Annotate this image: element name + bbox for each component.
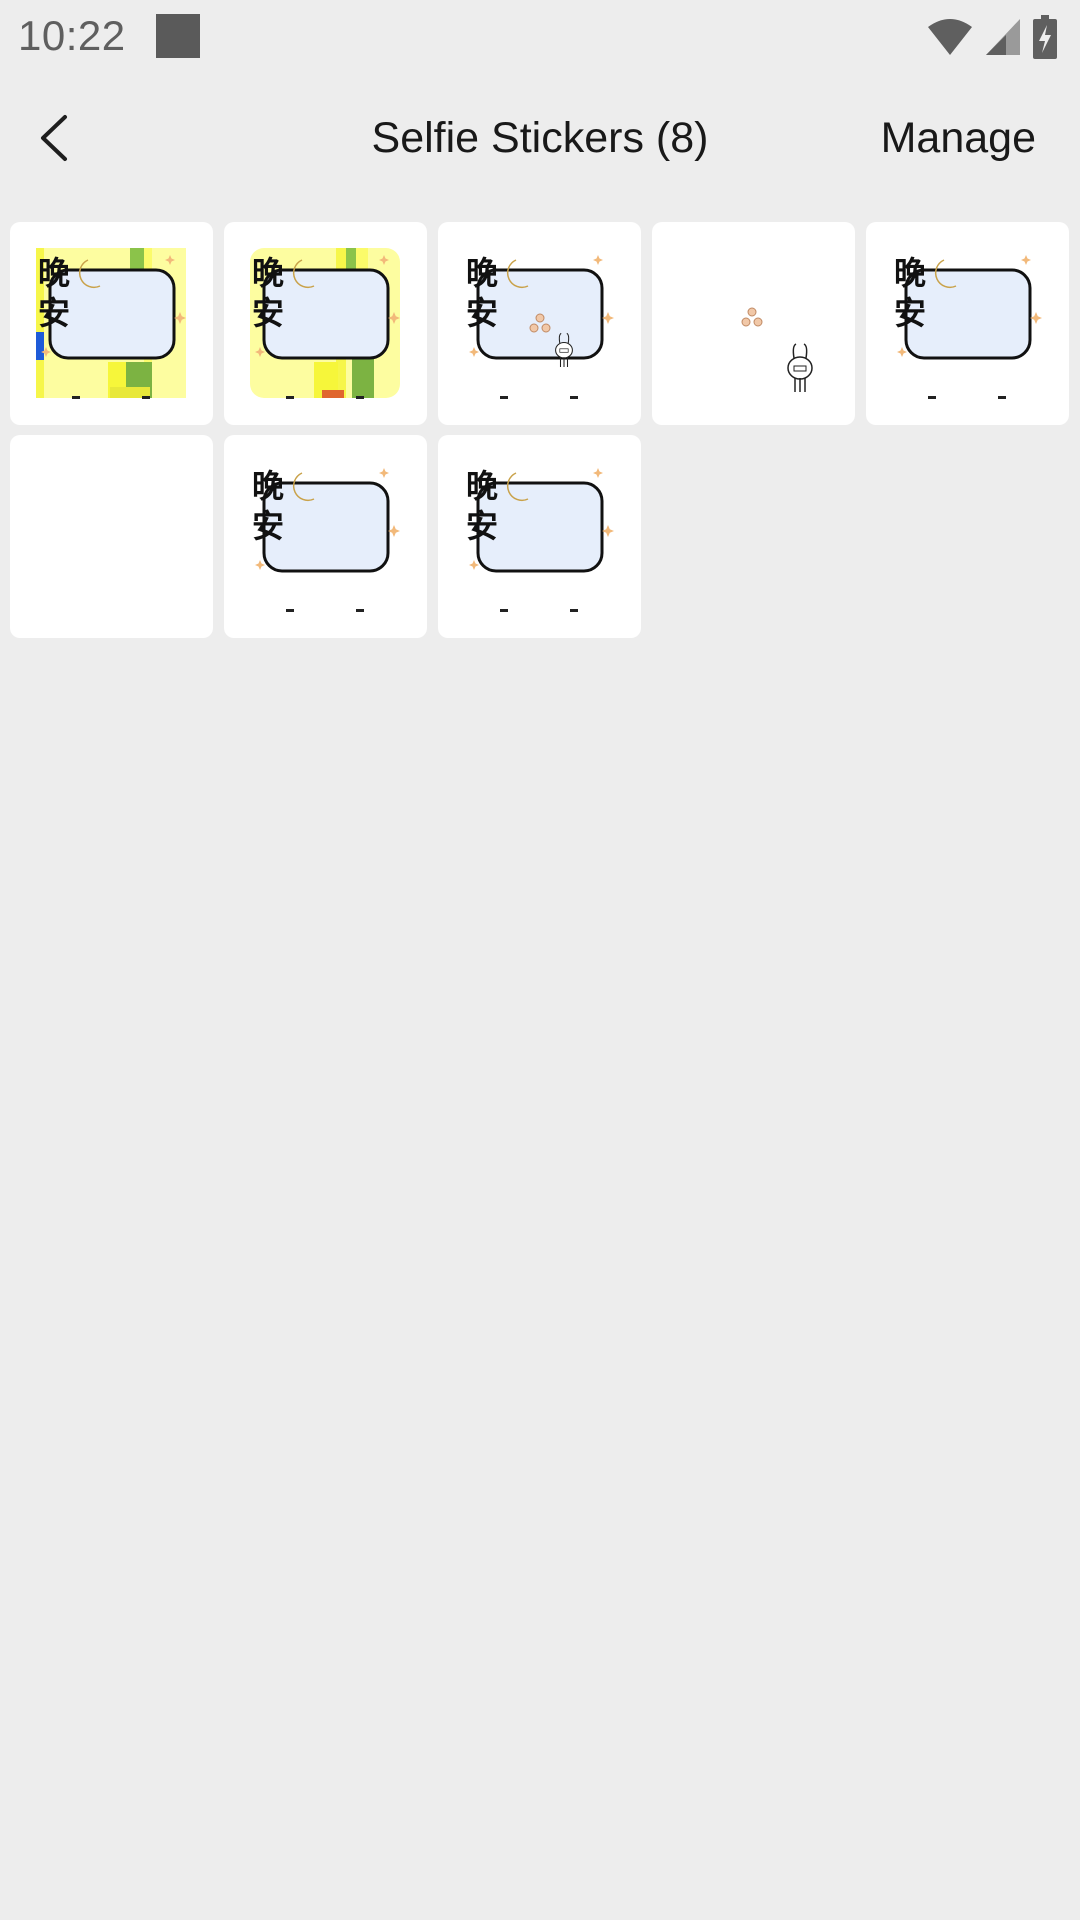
- sticker-item[interactable]: 晚安: [224, 435, 427, 638]
- status-time: 10:22: [18, 12, 126, 59]
- sticker-item[interactable]: 晚安: [224, 222, 427, 425]
- sticker-item[interactable]: [10, 435, 213, 638]
- status-icons: [926, 14, 1058, 60]
- sticker-image: [741, 307, 813, 392]
- sticker-item[interactable]: 晚安: [438, 222, 641, 425]
- wifi-icon: [928, 19, 972, 55]
- notification-icon: [156, 14, 200, 58]
- sticker-grid: 晚安 晚安 晚安 晚安 晚安 晚安: [10, 222, 1074, 638]
- sticker-item[interactable]: 晚安: [438, 435, 641, 638]
- battery-charging-icon: [1033, 15, 1057, 59]
- sticker-item[interactable]: 晚安: [10, 222, 213, 425]
- sticker-image: 晚安: [252, 467, 400, 612]
- status-bar: 10:22: [0, 0, 1080, 76]
- sticker-item[interactable]: [652, 222, 855, 425]
- manage-button[interactable]: Manage: [881, 114, 1036, 163]
- sticker-image: 晚安: [466, 254, 614, 399]
- sticker-image: 晚安: [36, 248, 186, 399]
- cell-signal-icon: [986, 19, 1020, 55]
- header-bar: Selfie Stickers (8) Manage: [0, 76, 1080, 200]
- sticker-image: 晚安: [466, 467, 614, 612]
- sticker-item[interactable]: 晚安: [866, 222, 1069, 425]
- sticker-image: [10, 435, 213, 638]
- sticker-image: 晚安: [250, 248, 400, 399]
- sticker-image: 晚安: [894, 254, 1042, 399]
